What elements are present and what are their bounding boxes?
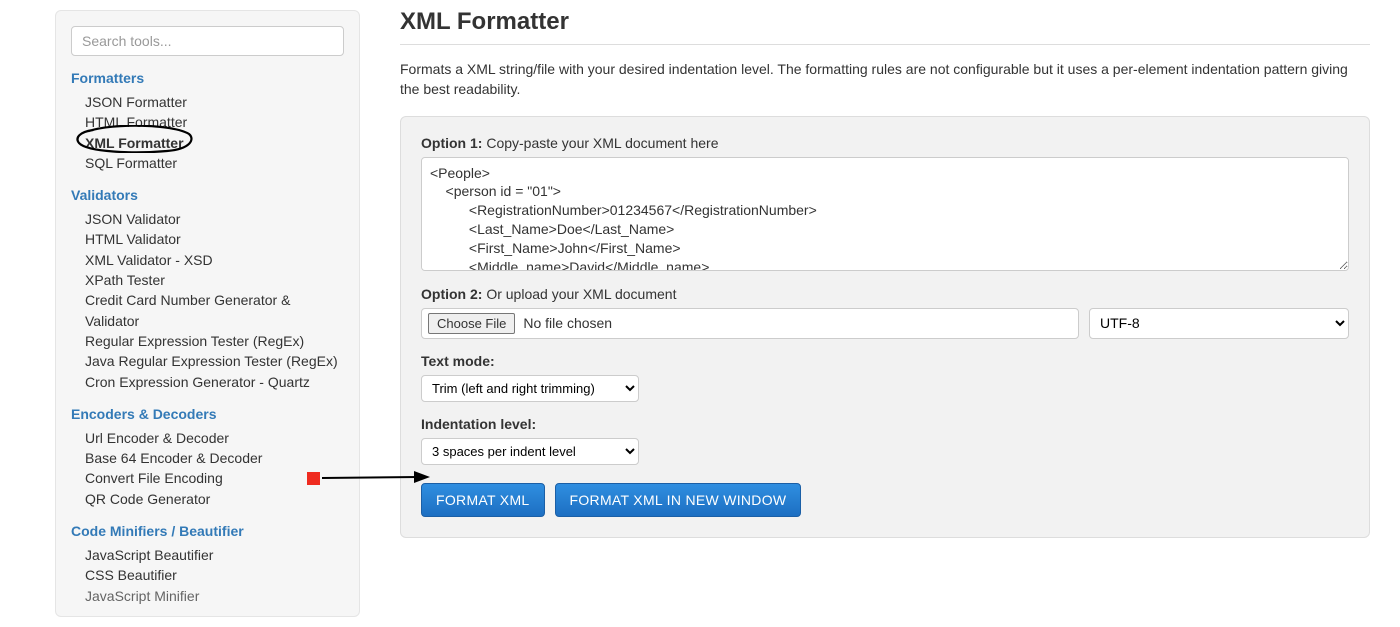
sidebar-item-xml-validator-xsd[interactable]: XML Validator - XSD <box>85 250 344 270</box>
sidebar-category-encoders: Encoders & Decoders Url Encoder & Decode… <box>71 406 344 509</box>
sidebar-item-convert-file-encoding[interactable]: Convert File Encoding <box>85 468 344 488</box>
sidebar-item-base64-encoder[interactable]: Base 64 Encoder & Decoder <box>85 448 344 468</box>
sidebar-item-css-beautifier[interactable]: CSS Beautifier <box>85 565 344 585</box>
category-title-formatters[interactable]: Formatters <box>71 70 344 86</box>
option1-label: Option 1: Copy-paste your XML document h… <box>421 135 1349 151</box>
indentation-label: Indentation level: <box>421 416 1349 432</box>
option1-label-rest: Copy-paste your XML document here <box>482 135 718 151</box>
option2-label: Option 2: Or upload your XML document <box>421 286 1349 302</box>
page-title: XML Formatter <box>400 8 1370 36</box>
sidebar-category-formatters: Formatters JSON Formatter HTML Formatter… <box>71 70 344 173</box>
sidebar-item-html-validator[interactable]: HTML Validator <box>85 229 344 249</box>
sidebar: Formatters JSON Formatter HTML Formatter… <box>55 10 360 617</box>
choose-file-button[interactable]: Choose File <box>428 313 515 334</box>
format-xml-new-window-button[interactable]: FORMAT XML IN NEW WINDOW <box>555 483 802 517</box>
sidebar-item-cron-generator[interactable]: Cron Expression Generator - Quartz <box>85 372 344 392</box>
sidebar-category-minifiers: Code Minifiers / Beautifier JavaScript B… <box>71 523 344 606</box>
page-description: Formats a XML string/file with your desi… <box>400 59 1370 100</box>
sidebar-item-js-beautifier[interactable]: JavaScript Beautifier <box>85 545 344 565</box>
form-panel: Option 1: Copy-paste your XML document h… <box>400 116 1370 538</box>
text-mode-label: Text mode: <box>421 353 1349 369</box>
xml-input-textarea[interactable] <box>421 157 1349 271</box>
search-input[interactable] <box>71 26 344 56</box>
encoding-select[interactable]: UTF-8 <box>1089 308 1349 339</box>
option1-label-bold: Option 1: <box>421 135 482 151</box>
title-divider <box>400 44 1370 45</box>
sidebar-item-json-validator[interactable]: JSON Validator <box>85 209 344 229</box>
sidebar-item-label: XML Formatter <box>85 135 184 151</box>
sidebar-item-regex-tester[interactable]: Regular Expression Tester (RegEx) <box>85 331 344 351</box>
indentation-select[interactable]: 3 spaces per indent level <box>421 438 639 465</box>
file-input-wrap[interactable]: Choose File No file chosen <box>421 308 1079 339</box>
sidebar-category-validators: Validators JSON Validator HTML Validator… <box>71 187 344 392</box>
option2-label-bold: Option 2: <box>421 286 482 302</box>
category-title-encoders[interactable]: Encoders & Decoders <box>71 406 344 422</box>
sidebar-item-url-encoder[interactable]: Url Encoder & Decoder <box>85 428 344 448</box>
sidebar-item-credit-card-generator[interactable]: Credit Card Number Generator & Validator <box>85 290 344 331</box>
sidebar-item-sql-formatter[interactable]: SQL Formatter <box>85 153 344 173</box>
main-content: XML Formatter Formats a XML string/file … <box>370 0 1400 627</box>
sidebar-item-html-formatter[interactable]: HTML Formatter <box>85 112 344 132</box>
sidebar-item-xml-formatter[interactable]: XML Formatter <box>85 133 344 153</box>
category-title-validators[interactable]: Validators <box>71 187 344 203</box>
sidebar-item-qr-code-generator[interactable]: QR Code Generator <box>85 489 344 509</box>
file-status-text: No file chosen <box>523 315 612 331</box>
text-mode-select[interactable]: Trim (left and right trimming) <box>421 375 639 402</box>
sidebar-item-json-formatter[interactable]: JSON Formatter <box>85 92 344 112</box>
sidebar-item-js-minifier[interactable]: JavaScript Minifier <box>85 586 344 606</box>
category-title-minifiers[interactable]: Code Minifiers / Beautifier <box>71 523 344 539</box>
sidebar-item-java-regex-tester[interactable]: Java Regular Expression Tester (RegEx) <box>85 351 344 371</box>
option2-label-rest: Or upload your XML document <box>482 286 676 302</box>
sidebar-item-xpath-tester[interactable]: XPath Tester <box>85 270 344 290</box>
format-xml-button[interactable]: FORMAT XML <box>421 483 545 517</box>
